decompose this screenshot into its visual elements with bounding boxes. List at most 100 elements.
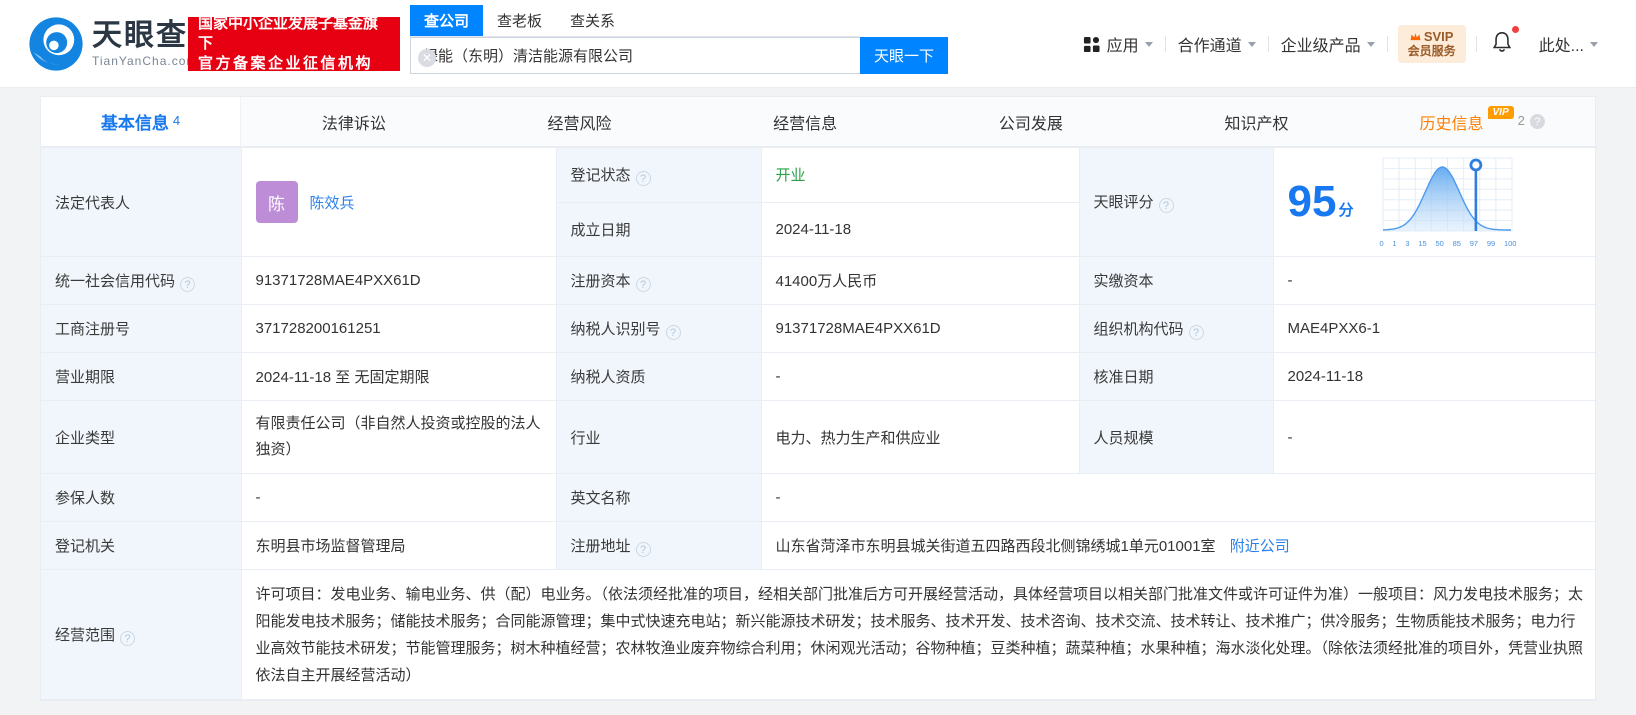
nav-apps[interactable]: 应用 — [1071, 32, 1165, 56]
search-tab-boss[interactable]: 查老板 — [483, 5, 556, 36]
field-value-business-term: 2024-11-18 至 无固定期限 — [240, 352, 557, 401]
chevron-down-icon — [1144, 41, 1153, 47]
chevron-down-icon — [1366, 41, 1375, 47]
field-value-credit-code: 91371728MAE4PXX61D — [240, 256, 557, 305]
tianyancha-logo-icon — [29, 17, 83, 71]
nav-partner-label: 合作通道 — [1177, 38, 1242, 55]
company-detail-card: 基本信息 4 法律诉讼 经营风险 经营信息 公司发展 知识产权 历史信息 VIP… — [40, 96, 1597, 701]
nav-enterprise-products[interactable]: 企业级产品 — [1269, 32, 1387, 56]
tab-business-risk[interactable]: 经营风险 — [467, 97, 693, 146]
help-icon[interactable]: ? — [635, 541, 651, 557]
help-icon[interactable]: ? — [180, 276, 196, 292]
search-tabs: 查公司 查老板 查关系 — [410, 5, 860, 37]
score-axis-tick: 0 — [1379, 239, 1384, 248]
certification-line2: 官方备案企业征信机构 — [198, 55, 374, 72]
nav-partner-channel[interactable]: 合作通道 — [1166, 32, 1268, 56]
apps-grid-icon — [1083, 36, 1100, 52]
field-label-approval-date: 核准日期 — [1078, 352, 1274, 401]
nav-enterprise-label: 企业级产品 — [1280, 38, 1361, 55]
chevron-down-icon — [1590, 41, 1598, 47]
tab-history-info[interactable]: 历史信息 VIP 2 ? — [1369, 97, 1595, 146]
certification-line1: 国家中小企业发展子基金旗下 — [198, 15, 379, 52]
brand-name: 天眼查 — [92, 19, 188, 52]
help-icon[interactable]: ? — [1158, 198, 1174, 213]
field-value-reg-authority: 东明县市场监督管理局 — [240, 521, 557, 570]
field-label-reg-authority: 登记机关 — [41, 521, 242, 570]
business-scope-text: 许可项目：发电业务、输电业务、供（配）电业务。（依法须经批准的项目，经相关部门批… — [255, 585, 1584, 684]
field-value-insured-count: - — [240, 473, 557, 522]
field-value-legal-rep: 陈 陈效兵 — [240, 147, 557, 257]
field-value-english-name: - — [760, 473, 1597, 522]
legal-rep-avatar[interactable]: 陈 — [255, 181, 298, 223]
score-axis-tick: 99 — [1486, 239, 1496, 248]
field-label-business-scope: 经营范围? — [41, 569, 242, 700]
field-value-score: 95 分 0 1 3 15 50 85 97 99 100 — [1272, 147, 1597, 257]
notification-dot — [1511, 25, 1519, 33]
tab-count-badge: 4 — [172, 113, 181, 128]
tianyancha-logo[interactable]: 天眼查 TianYanCha.com — [28, 16, 197, 72]
field-value-company-type: 有限责任公司（非自然人投资或控股的法人独资） — [240, 400, 557, 474]
field-value-reg-address: 山东省菏泽市东明县城关街道五四路西段北侧锦绣城1单元01001室 附近公司 — [760, 521, 1597, 570]
score-axis-tick: 85 — [1452, 239, 1461, 248]
score-axis-tick: 15 — [1418, 239, 1427, 248]
field-label-reg-capital: 注册资本? — [555, 256, 762, 305]
top-header: 天眼查 TianYanCha.com 国家中小企业发展子基金旗下 官方备案企业征… — [0, 0, 1636, 88]
clear-search-icon[interactable]: ✕ — [418, 49, 436, 67]
field-label-english-name: 英文名称 — [555, 473, 762, 522]
field-value-establish-date: 2024-11-18 — [760, 201, 1079, 257]
score-value: 95 — [1287, 177, 1337, 226]
help-icon[interactable]: ? — [1188, 324, 1204, 340]
notifications-button[interactable] — [1477, 25, 1527, 59]
score-axis-tick: 100 — [1503, 239, 1517, 248]
tab-count-badge: 2 — [1517, 113, 1525, 128]
field-label-insured-count: 参保人数 — [41, 473, 242, 522]
score-axis-tick: 97 — [1469, 239, 1479, 248]
user-menu[interactable]: 此处... — [1527, 32, 1610, 56]
help-icon[interactable]: ? — [635, 276, 651, 292]
tab-intellectual-property[interactable]: 知识产权 — [1144, 97, 1370, 146]
field-label-establish-date: 成立日期 — [556, 201, 762, 257]
score-axis-tick: 3 — [1405, 239, 1410, 248]
field-label-staff-size: 人员规模 — [1078, 400, 1274, 474]
score-axis-tick: 50 — [1435, 239, 1444, 248]
tab-company-development[interactable]: 公司发展 — [918, 97, 1144, 146]
field-label-industry: 行业 — [555, 400, 762, 474]
field-value-staff-size: - — [1272, 400, 1597, 474]
help-icon[interactable]: ? — [1529, 114, 1545, 129]
reg-address-text: 山东省菏泽市东明县城关街道五四路西段北侧锦绣城1单元01001室 — [775, 538, 1216, 555]
field-label-taxpayer-id: 纳税人识别号? — [555, 304, 762, 353]
field-value-taxpayer-qualification: - — [760, 352, 1080, 401]
user-menu-label: 此处... — [1538, 38, 1584, 55]
field-value-industry: 电力、热力生产和供应业 — [760, 400, 1080, 474]
field-label-taxpayer-qualification: 纳税人资质 — [555, 352, 762, 401]
status-badge: 开业 — [775, 167, 806, 185]
nearby-companies-link[interactable]: 附近公司 — [1230, 538, 1290, 555]
help-icon[interactable]: ? — [665, 324, 681, 340]
brand-domain: TianYanCha.com — [92, 54, 198, 68]
help-icon[interactable]: ? — [635, 170, 651, 186]
nav-apps-label: 应用 — [1106, 38, 1139, 55]
search-input[interactable] — [410, 37, 860, 74]
score-axis-tick: 1 — [1392, 239, 1397, 248]
bell-icon — [1492, 31, 1511, 52]
field-label-business-term: 营业期限 — [41, 352, 242, 401]
search-tab-company[interactable]: 查公司 — [410, 5, 484, 36]
field-label-legal-rep: 法定代表人 — [41, 147, 242, 257]
tab-legal-proceedings[interactable]: 法律诉讼 — [241, 97, 467, 146]
field-value-taxpayer-id: 91371728MAE4PXX61D — [760, 304, 1080, 353]
legal-rep-link[interactable]: 陈效兵 — [310, 192, 355, 213]
field-value-paid-capital: - — [1272, 256, 1597, 305]
field-label-org-code: 组织机构代码? — [1078, 304, 1274, 353]
tab-basic-info[interactable]: 基本信息 4 — [41, 97, 241, 146]
help-icon[interactable]: ? — [120, 630, 136, 646]
search-button[interactable]: 天眼一下 — [860, 37, 948, 74]
crown-icon — [1410, 33, 1421, 41]
tab-business-info[interactable]: 经营信息 — [692, 97, 918, 146]
section-tabs: 基本信息 4 法律诉讼 经营风险 经营信息 公司发展 知识产权 历史信息 VIP… — [41, 97, 1595, 147]
svip-label: SVIP — [1423, 29, 1454, 44]
score-distribution-chart[interactable]: 0 1 3 15 50 85 97 99 100 — [1379, 156, 1516, 248]
search-tab-relation[interactable]: 查关系 — [556, 5, 629, 36]
field-label-reg-number: 工商注册号 — [41, 304, 242, 353]
svip-membership-button[interactable]: SVIP 会员服务 — [1397, 25, 1466, 63]
field-value-reg-capital: 41400万人民币 — [760, 256, 1080, 305]
